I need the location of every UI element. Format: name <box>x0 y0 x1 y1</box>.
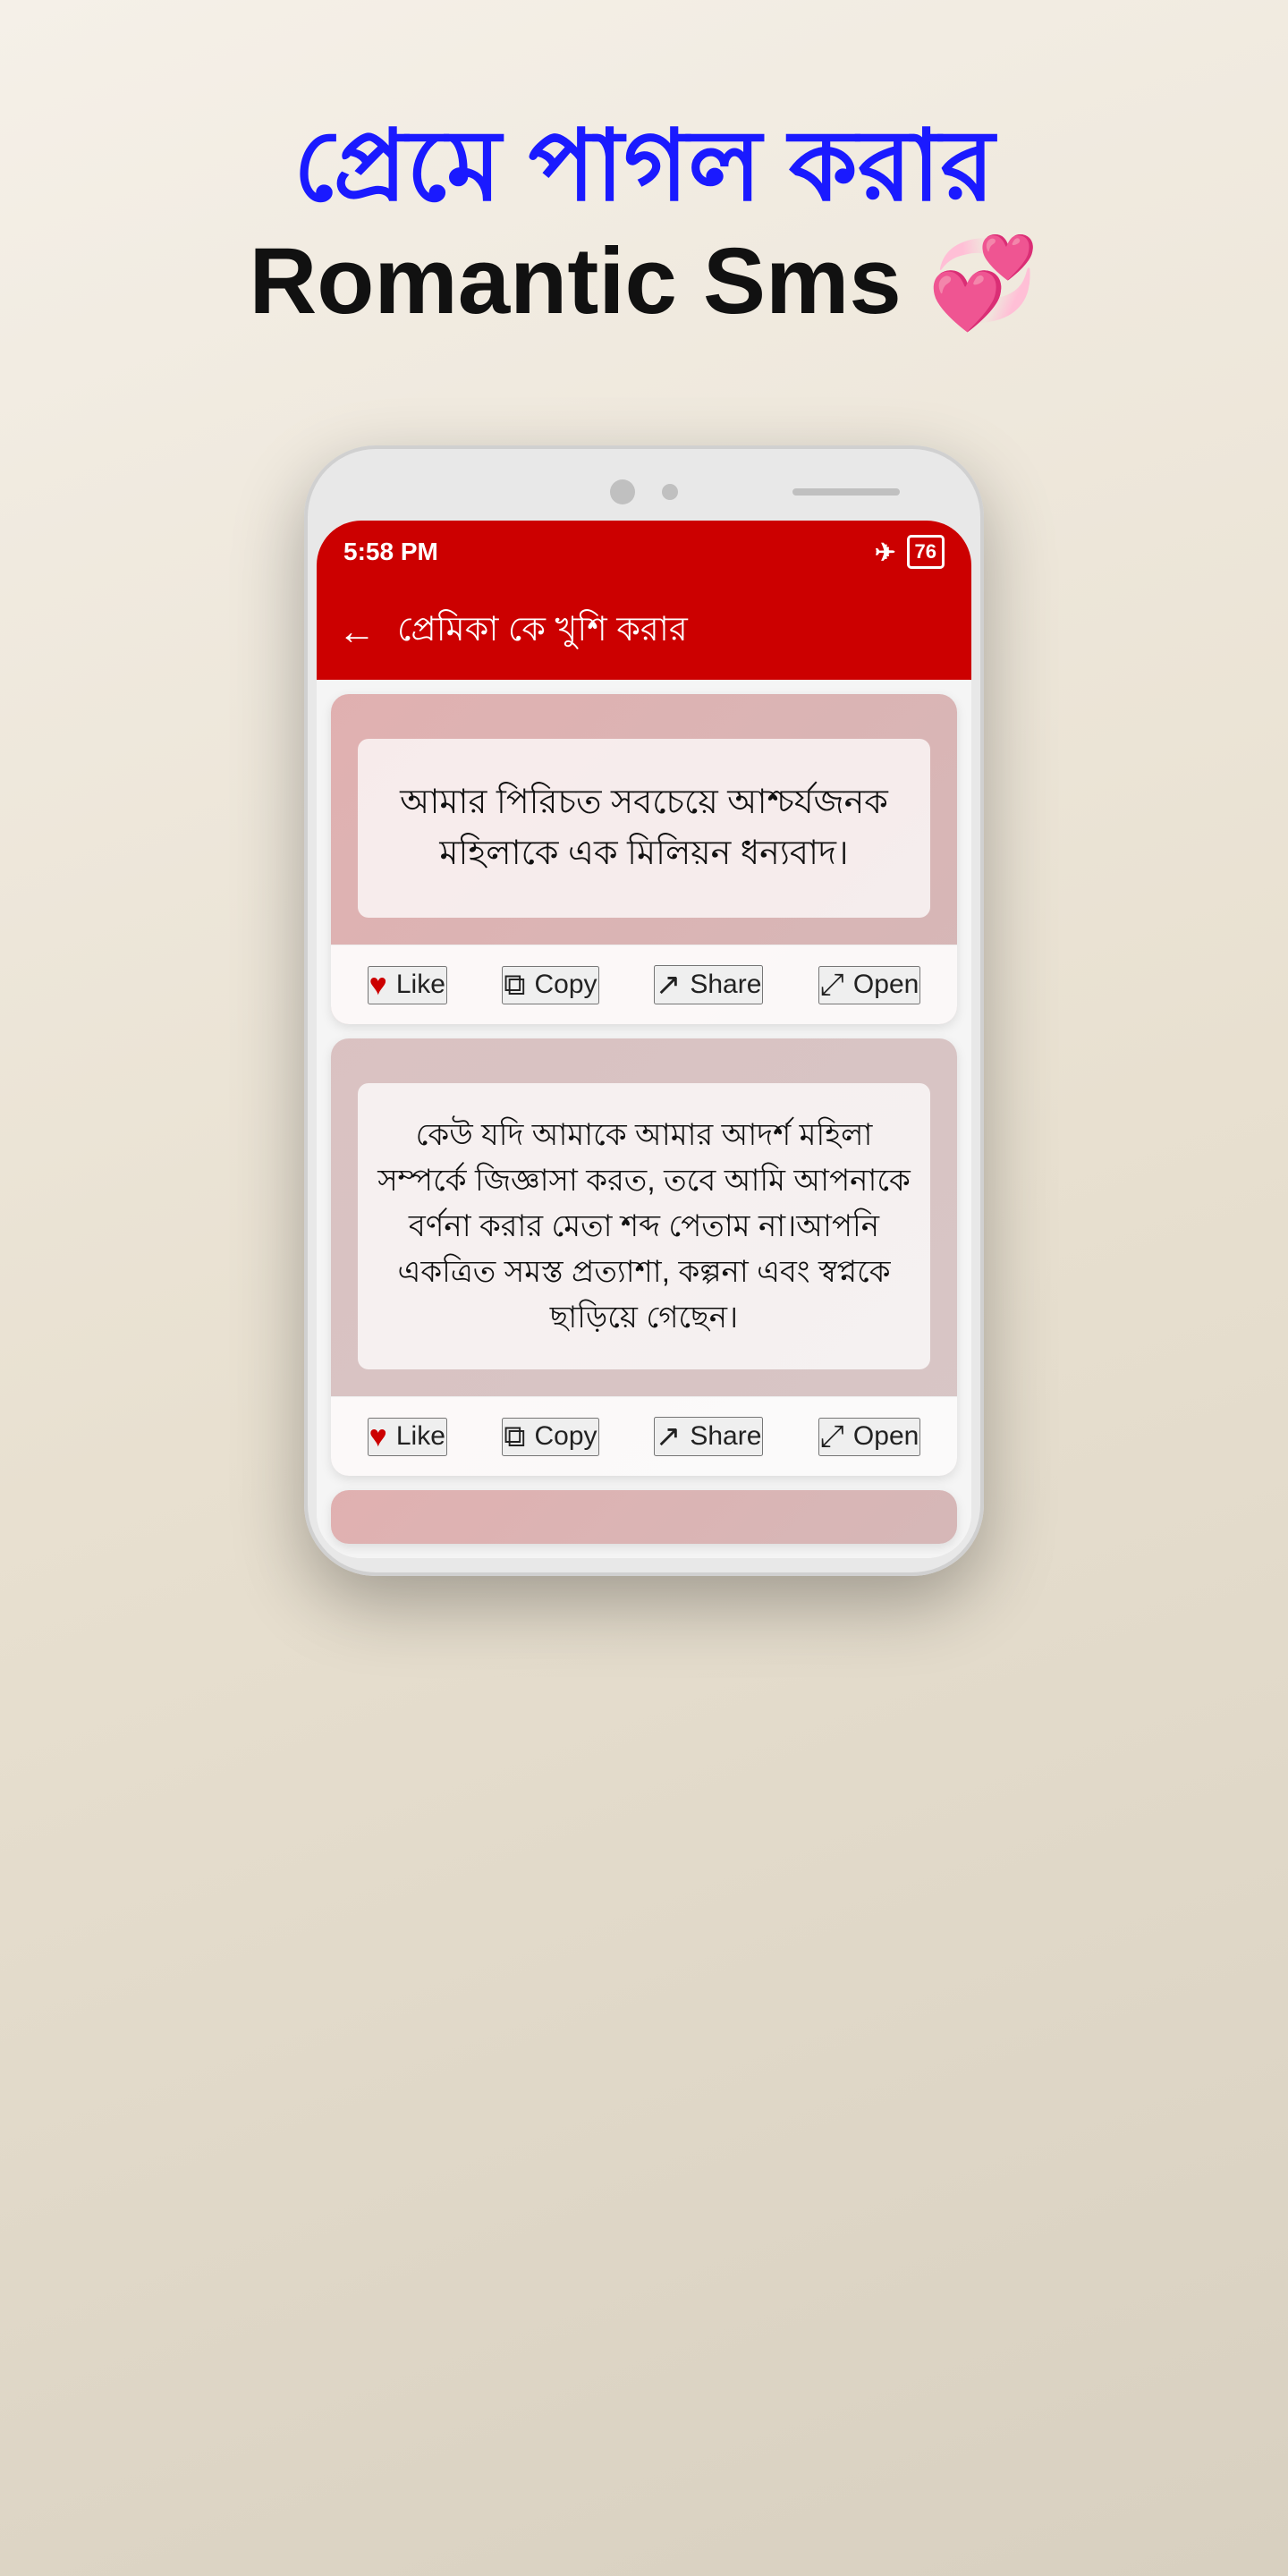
like-button-2[interactable]: ♥ Like <box>368 1418 447 1456</box>
back-button[interactable]: ← <box>338 610 376 653</box>
open-icon-2: ⤢ <box>820 1419 844 1454</box>
share-icon-2: ↗ <box>656 1419 682 1454</box>
copy-label-1: Copy <box>534 970 597 1000</box>
action-bar-1: ♥ Like ⧉ Copy ↗ Share ⤢ <box>331 945 957 1024</box>
copy-button-1[interactable]: ⧉ Copy <box>502 966 598 1004</box>
share-button-1[interactable]: ↗ Share <box>654 965 764 1004</box>
heart-icon-2: ♥ <box>369 1419 387 1454</box>
phone-speaker <box>662 484 678 500</box>
sms-card-3 <box>331 1490 957 1544</box>
like-label-1: Like <box>396 970 445 1000</box>
phone-screen: 5:58 PM ✈ 76 ← প্রেমিকা কে খুশি করার <box>317 521 971 1558</box>
open-button-2[interactable]: ⤢ Open <box>818 1418 921 1456</box>
english-title: Romantic Sms 💞 <box>249 225 1038 338</box>
phone-top-bar <box>317 463 971 521</box>
share-button-2[interactable]: ↗ Share <box>654 1417 764 1456</box>
battery-icon: 76 <box>907 535 945 569</box>
airplane-icon: ✈ <box>875 538 895 567</box>
app-header: ← প্রেমিকা কে খুশি করার <box>317 583 971 680</box>
copy-icon-1: ⧉ <box>504 968 525 1003</box>
sms-text-1: আমার পিরিচত সবচেয়ে আশ্চর্যজনক মহিলাকে এ… <box>358 739 930 918</box>
card-background-3 <box>331 1490 957 1544</box>
phone-frame: 5:58 PM ✈ 76 ← প্রেমিকা কে খুশি করার <box>304 445 984 1576</box>
copy-button-2[interactable]: ⧉ Copy <box>502 1418 598 1456</box>
status-right: ✈ 76 <box>875 535 945 569</box>
status-bar: 5:58 PM ✈ 76 <box>317 521 971 583</box>
heart-icon-1: ♥ <box>369 968 387 1003</box>
copy-icon-2: ⧉ <box>504 1419 525 1454</box>
share-icon-1: ↗ <box>656 967 682 1003</box>
phone-body: 5:58 PM ✈ 76 ← প্রেমিকা কে খুশি করার <box>304 445 984 1576</box>
title-emoji: 💞 <box>928 233 1039 333</box>
copy-label-2: Copy <box>534 1421 597 1452</box>
header-title: প্রেমিকা কে খুশি করার <box>397 603 688 660</box>
phone-top-line <box>792 488 900 496</box>
action-bar-2: ♥ Like ⧉ Copy ↗ Share ⤢ <box>331 1396 957 1476</box>
status-time: 5:58 PM <box>343 538 438 566</box>
card-content-1: আমার পিরিচত সবচেয়ে আশ্চর্যজনক মহিলাকে এ… <box>331 694 957 945</box>
like-button-1[interactable]: ♥ Like <box>368 966 447 1004</box>
like-label-2: Like <box>396 1421 445 1452</box>
open-label-1: Open <box>853 970 919 1000</box>
open-button-1[interactable]: ⤢ Open <box>818 966 921 1004</box>
content-area: আমার পিরিচত সবচেয়ে আশ্চর্যজনক মহিলাকে এ… <box>317 680 971 1558</box>
open-label-2: Open <box>853 1421 919 1452</box>
sms-card-2: কেউ যদি আমাকে আমার আদর্শ মহিলা সম্পর্কে … <box>331 1038 957 1476</box>
share-label-2: Share <box>690 1421 761 1452</box>
share-label-1: Share <box>690 970 761 1000</box>
open-icon-1: ⤢ <box>820 968 844 1003</box>
sms-text-2: কেউ যদি আমাকে আমার আদর্শ মহিলা সম্পর্কে … <box>358 1083 930 1369</box>
page-title-area: প্রেমে পাগল করার Romantic Sms 💞 <box>249 107 1038 338</box>
sms-card-1: আমার পিরিচত সবচেয়ে আশ্চর্যজনক মহিলাকে এ… <box>331 694 957 1024</box>
phone-camera <box>610 479 635 504</box>
bengali-title: প্রেমে পাগল করার <box>249 107 1038 225</box>
card-content-2: কেউ যদি আমাকে আমার আদর্শ মহিলা সম্পর্কে … <box>331 1038 957 1396</box>
